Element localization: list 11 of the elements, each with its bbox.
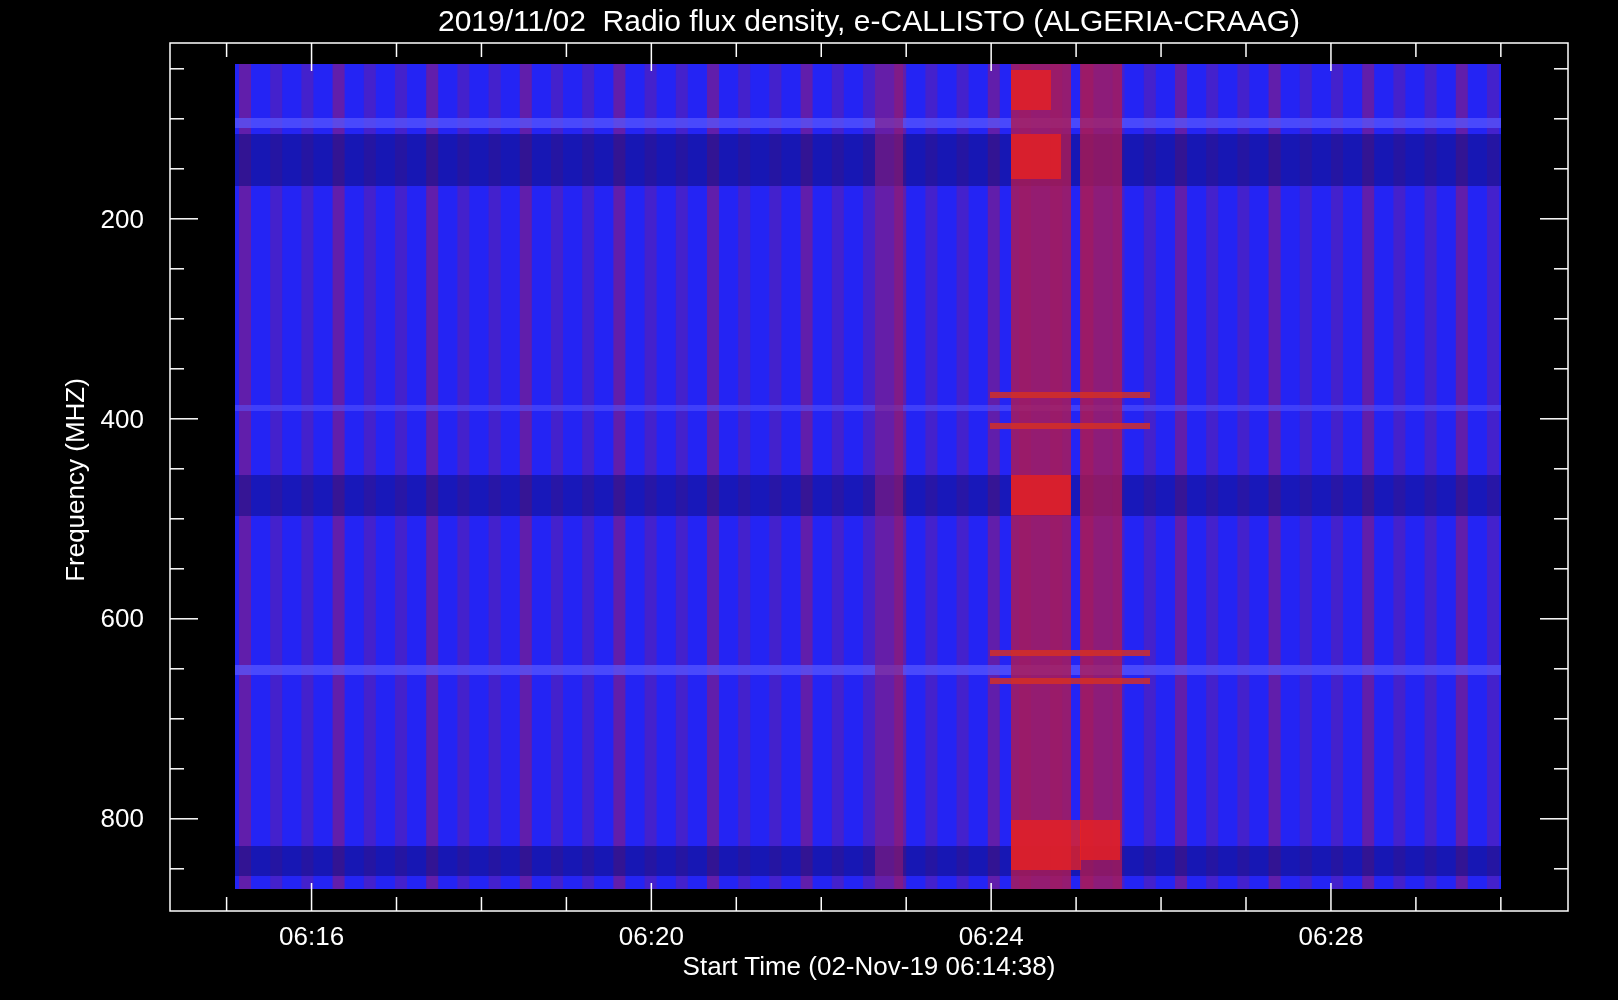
axis-tick-label: 06:24 — [958, 921, 1024, 951]
chart-title: 2019/11/02 Radio flux density, e-CALLISTO (ALGERIA-CRAAG) — [438, 4, 1300, 37]
axis-label: Start Time (02-Nov-19 06:14:38) — [682, 951, 1056, 981]
axis-label: Frequency (MHZ) — [60, 378, 90, 582]
axis-tick-label: 06:16 — [279, 921, 345, 951]
axis-tick-label: 200 — [100, 203, 144, 234]
axis-tick-label: 800 — [100, 803, 144, 834]
axis-tick-label: 400 — [100, 403, 144, 434]
axis-tick-label: 600 — [100, 603, 144, 634]
axis-tick-label: 06:28 — [1298, 921, 1364, 951]
axis-tick-label: 06:20 — [618, 921, 684, 951]
